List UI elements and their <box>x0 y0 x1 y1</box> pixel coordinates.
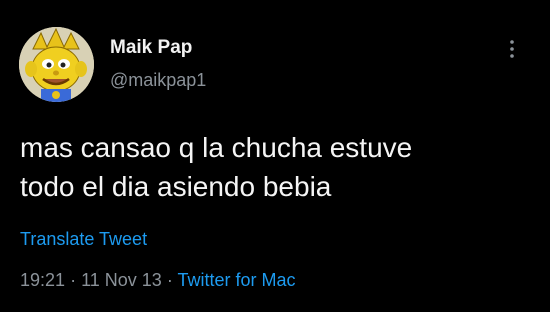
avatar-cartoon-icon <box>19 27 94 102</box>
author-handle[interactable]: @maikpap1 <box>110 70 206 91</box>
tweet-text-line: todo el dia asiendo bebia <box>20 171 332 202</box>
avatar[interactable] <box>19 27 94 102</box>
more-vertical-icon[interactable] <box>505 38 519 60</box>
author-name[interactable]: Maik Pap <box>110 37 192 59</box>
tweet-meta: 19:21 · 11 Nov 13 · Twitter for Mac <box>20 270 296 291</box>
tweet-text: mas cansao q la chucha estuve todo el di… <box>20 128 535 206</box>
meta-separator: · <box>166 270 173 290</box>
tweet-date[interactable]: 11 Nov 13 <box>81 270 162 290</box>
tweet-text-line: mas cansao q la chucha estuve <box>20 132 413 163</box>
tweet-time[interactable]: 19:21 <box>20 270 65 290</box>
tweet-source-link[interactable]: Twitter for Mac <box>178 270 296 290</box>
meta-separator: · <box>70 270 77 290</box>
translate-tweet-link[interactable]: Translate Tweet <box>20 229 147 250</box>
tweet-card: Maik Pap @maikpap1 mas cansao q la chuch… <box>0 0 550 312</box>
